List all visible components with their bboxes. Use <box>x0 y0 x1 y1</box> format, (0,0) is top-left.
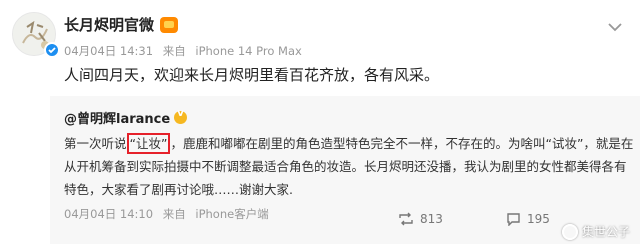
quoted-author[interactable]: @曾明辉larance <box>64 108 170 127</box>
post-source-label: 来自 <box>162 44 186 58</box>
repost-button[interactable]: 813 <box>398 212 443 226</box>
post-content: 人间四月天，欢迎来长月烬明里看百花齐放，各有风采。 <box>64 66 440 84</box>
quoted-post[interactable]: @曾明辉larance 第一次听说“让妆”，鹿鹿和嘟嘟在剧里的角色造型特色完全不… <box>50 96 640 244</box>
vip-badge-icon[interactable] <box>160 16 179 33</box>
comment-icon <box>507 213 520 226</box>
quoted-source-label: 来自 <box>162 207 186 221</box>
more-icon[interactable] <box>604 16 626 38</box>
verified-icon <box>44 42 60 58</box>
post-header: 长月烬明官微 04月04日 14:31 来自 iPhone 14 Pro Max <box>64 14 308 59</box>
quoted-text-before: 第一次听说 <box>64 136 127 151</box>
watermark-logo-icon <box>561 223 578 240</box>
post-device: iPhone 14 Pro Max <box>195 44 302 58</box>
comment-count: 195 <box>527 212 550 226</box>
watermark: 集世公子 <box>561 223 630 240</box>
quoted-meta: 04月04日 14:10 来自 iPhone客户端 <box>64 206 275 222</box>
quoted-date[interactable]: 04月04日 14:10 <box>64 207 153 221</box>
post-meta: 04月04日 14:31 来自 iPhone 14 Pro Max <box>64 43 308 59</box>
comment-button[interactable]: 195 <box>506 212 550 226</box>
avatar-container[interactable] <box>12 12 60 58</box>
post-date[interactable]: 04月04日 14:31 <box>64 44 153 58</box>
watermark-text: 集世公子 <box>581 225 630 239</box>
highlight-box: “让妆” <box>126 133 171 154</box>
author-row: 长月烬明官微 <box>64 14 308 35</box>
author-name[interactable]: 长月烬明官微 <box>64 14 154 35</box>
quoted-text: 第一次听说 “让妆” ，鹿鹿和嘟嘟在剧里的角色造型特色完全不一样，不存在的。为啥叫“… <box>64 132 636 201</box>
gold-verified-icon <box>174 108 188 124</box>
quoted-author-row: @曾明辉larance <box>64 108 188 127</box>
quoted-device: iPhone客户端 <box>195 207 269 221</box>
repost-count: 813 <box>420 212 443 226</box>
repost-icon <box>399 212 413 226</box>
